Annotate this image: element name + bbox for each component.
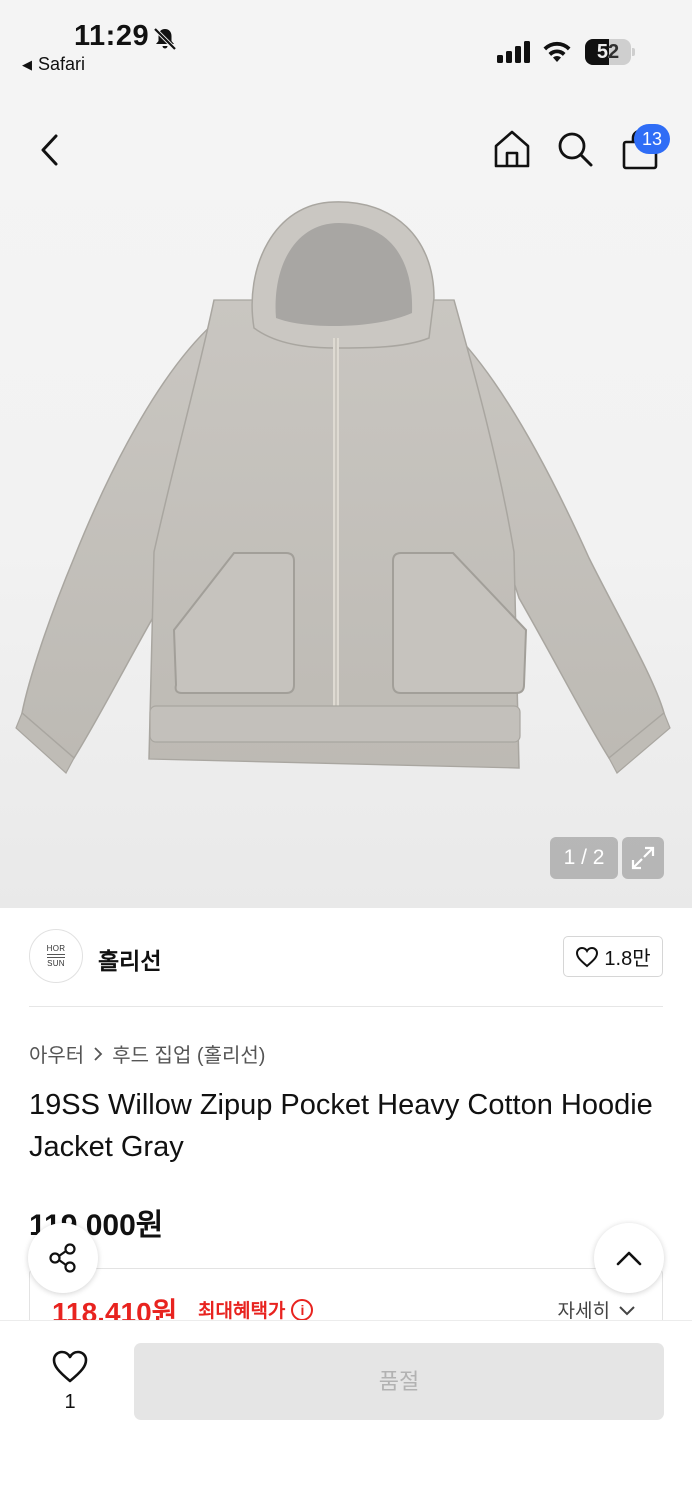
cellular-signal-icon: [497, 41, 530, 63]
heart-icon: [576, 946, 599, 967]
image-pager: 1 / 2: [550, 837, 618, 879]
breadcrumb: 아우터 후드 집업 (홀리선): [29, 1039, 265, 1068]
chevron-down-icon: [619, 1305, 635, 1315]
brand-logo-bottom: SUN: [47, 959, 65, 968]
chevron-up-icon: [616, 1251, 642, 1266]
home-icon[interactable]: [492, 128, 532, 170]
product-image[interactable]: [14, 198, 674, 780]
max-benefit-text: 최대혜택가: [198, 1301, 286, 1322]
info-icon[interactable]: i: [291, 1298, 314, 1321]
share-button[interactable]: [28, 1223, 98, 1293]
detail-label: 자세히: [557, 1301, 610, 1322]
back-to-app[interactable]: ◀ Safari: [22, 54, 85, 75]
benefit-box[interactable]: 118,410원 최대혜택가 i 자세히: [29, 1268, 663, 1328]
breadcrumb-subcategory[interactable]: 후드 집업 (홀리선): [112, 1039, 265, 1068]
product-title: 19SS Willow Zipup Pocket Heavy Cotton Ho…: [29, 1089, 653, 1163]
brand-like-button[interactable]: 1.8만: [563, 936, 663, 977]
breadcrumb-category[interactable]: 아우터: [29, 1039, 84, 1068]
bell-muted-icon: [153, 27, 177, 51]
expand-image-button[interactable]: [622, 837, 664, 879]
detail-toggle[interactable]: 자세히: [558, 1296, 636, 1323]
brand-logo-top: HOR: [46, 944, 66, 953]
expand-icon: [631, 846, 655, 870]
divider: [29, 1006, 663, 1007]
cart-count-badge: 13: [634, 124, 670, 154]
wishlist-heart-icon[interactable]: [48, 1347, 92, 1387]
back-app-label: Safari: [38, 54, 86, 74]
product-gallery[interactable]: 13 1 / 2: [0, 90, 692, 908]
max-benefit-label[interactable]: 최대혜택가 i: [198, 1296, 314, 1323]
battery-indicator: 52: [585, 39, 635, 65]
search-icon[interactable]: [556, 130, 594, 168]
brand-name[interactable]: 홀리선: [98, 942, 161, 976]
bottom-action-bar: 1 품절: [0, 1320, 692, 1500]
brand-like-count: 1.8만: [604, 948, 651, 970]
brand-logo[interactable]: HOR SUN: [29, 929, 83, 983]
chevron-right-icon: [94, 1046, 103, 1061]
scroll-to-top-button[interactable]: [594, 1223, 664, 1293]
back-arrow-icon[interactable]: [32, 130, 68, 170]
sold-out-button[interactable]: 품절: [134, 1343, 664, 1420]
wifi-icon: [543, 41, 571, 62]
battery-percent: 52: [596, 41, 620, 63]
status-time: 11:29: [74, 20, 150, 52]
share-icon: [49, 1243, 76, 1273]
back-triangle-icon: ◀: [22, 56, 32, 72]
wishlist-count: 1: [64, 1391, 76, 1413]
status-bar: 11:29 ◀ Safari 52: [0, 0, 692, 90]
